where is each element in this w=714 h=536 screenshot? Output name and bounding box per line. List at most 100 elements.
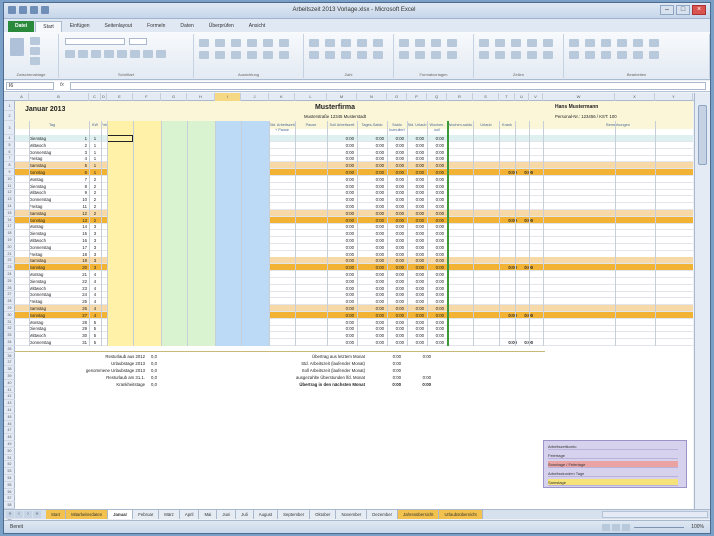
column-header[interactable]: I — [215, 93, 241, 101]
column-header[interactable]: O — [387, 93, 407, 101]
ribbon-button-icon[interactable] — [479, 51, 489, 59]
zoom-slider[interactable] — [634, 527, 684, 528]
column-header[interactable]: T — [499, 93, 515, 101]
minimize-icon[interactable]: – — [660, 5, 674, 15]
row-header[interactable]: 40 — [4, 380, 15, 387]
scroll-thumb[interactable] — [698, 105, 707, 165]
row-header[interactable]: 9 — [4, 169, 15, 176]
ribbon-button-icon[interactable] — [215, 39, 225, 47]
worksheet-grid[interactable]: Januar 2013 Musterfirma Musterstraße 123… — [15, 101, 693, 509]
row-header[interactable]: 3 — [4, 121, 15, 135]
sheet-tab[interactable]: Jahresübersicht — [398, 510, 440, 519]
sheet-tab[interactable]: Mitarbeiterdaten — [66, 510, 109, 519]
row-header[interactable]: 46 — [4, 421, 15, 428]
format-icon[interactable] — [143, 50, 153, 58]
row-header[interactable]: 47 — [4, 427, 15, 435]
format-icon[interactable] — [91, 50, 101, 58]
ribbon-button-icon[interactable] — [511, 39, 521, 47]
row-header[interactable]: 41 — [4, 387, 15, 394]
row-header[interactable]: 14 — [4, 203, 15, 210]
column-header[interactable]: N — [357, 93, 387, 101]
ribbon-button-icon[interactable] — [543, 39, 553, 47]
row-header[interactable]: 21 — [4, 251, 15, 258]
sheet-tab[interactable]: Januar — [108, 510, 134, 519]
ribbon-button-icon[interactable] — [263, 51, 273, 59]
prev-sheet-icon[interactable]: ‹ — [15, 511, 23, 518]
row-header[interactable]: 39 — [4, 373, 15, 380]
ribbon-button-icon[interactable] — [325, 51, 335, 59]
ribbon-button-icon[interactable] — [309, 51, 319, 59]
font-combo[interactable] — [65, 38, 125, 45]
ribbon-button-icon[interactable] — [231, 51, 241, 59]
row-header[interactable]: 57 — [4, 495, 15, 503]
maximize-icon[interactable]: □ — [676, 5, 690, 15]
sheet-tab[interactable]: Dezember — [367, 510, 399, 519]
row-header[interactable]: 55 — [4, 482, 15, 489]
column-header[interactable]: Y — [655, 93, 693, 101]
row-header[interactable]: 17 — [4, 223, 15, 231]
sheet-tab[interactable]: März — [159, 510, 180, 519]
column-header[interactable]: C — [89, 93, 101, 101]
last-sheet-icon[interactable]: » — [33, 511, 41, 518]
row-header[interactable]: 52 — [4, 461, 15, 469]
row-header[interactable]: 30 — [4, 312, 15, 319]
row-header[interactable]: 1 — [4, 101, 15, 111]
ribbon-button-icon[interactable] — [431, 51, 441, 59]
row-header[interactable]: 56 — [4, 489, 15, 496]
row-header[interactable]: 58 — [4, 502, 15, 509]
ribbon-button-icon[interactable] — [215, 51, 225, 59]
ribbon-button-icon[interactable] — [601, 51, 611, 59]
sheet-tab[interactable]: Februar — [133, 510, 160, 519]
row-header[interactable]: 27 — [4, 291, 15, 299]
undo-icon[interactable] — [30, 6, 38, 14]
ribbon-button-icon[interactable] — [199, 39, 209, 47]
ribbon-button-icon[interactable] — [247, 39, 257, 47]
row-header[interactable]: 35 — [4, 346, 15, 353]
format-icon[interactable] — [65, 50, 75, 58]
column-header[interactable]: S — [473, 93, 499, 101]
row-header[interactable]: 8 — [4, 162, 15, 169]
ribbon-button-icon[interactable] — [399, 39, 409, 47]
column-header[interactable]: Q — [427, 93, 447, 101]
format-icon[interactable] — [130, 50, 140, 58]
row-header[interactable]: 24 — [4, 271, 15, 278]
ribbon-button-icon[interactable] — [373, 51, 383, 59]
row-header[interactable]: 15 — [4, 210, 15, 217]
paste-icon[interactable] — [10, 38, 24, 56]
row-header[interactable]: 49 — [4, 441, 15, 448]
row-header[interactable]: 19 — [4, 237, 15, 244]
row-header[interactable]: 45 — [4, 414, 15, 421]
row-header[interactable]: 34 — [4, 339, 15, 346]
ribbon-tab[interactable]: Einfügen — [63, 21, 97, 32]
row-header[interactable]: 11 — [4, 183, 15, 190]
ribbon-button-icon[interactable] — [263, 39, 273, 47]
ribbon-button-icon[interactable] — [649, 51, 659, 59]
column-header[interactable]: P — [407, 93, 427, 101]
ribbon-button-icon[interactable] — [341, 39, 351, 47]
ribbon-button-icon[interactable] — [341, 51, 351, 59]
ribbon-button-icon[interactable] — [415, 39, 425, 47]
row-header[interactable]: 50 — [4, 448, 15, 455]
column-header[interactable]: A — [15, 93, 29, 101]
ribbon-tab[interactable]: Seitenlayout — [98, 21, 140, 32]
column-header[interactable]: W — [543, 93, 615, 101]
column-header[interactable]: H — [187, 93, 215, 101]
row-header[interactable]: 20 — [4, 244, 15, 251]
close-icon[interactable]: × — [692, 5, 706, 15]
column-header[interactable]: K — [269, 93, 295, 101]
ribbon-button-icon[interactable] — [527, 51, 537, 59]
row-header[interactable]: 18 — [4, 230, 15, 237]
row-header[interactable]: 2 — [4, 111, 15, 121]
ribbon-button-icon[interactable] — [601, 39, 611, 47]
ribbon-button-icon[interactable] — [617, 51, 627, 59]
row-header[interactable]: 13 — [4, 196, 15, 203]
ribbon-tab[interactable]: Überprüfen — [202, 21, 241, 32]
selected-cell[interactable] — [107, 135, 133, 142]
column-header[interactable]: G — [161, 93, 187, 101]
row-header[interactable]: 22 — [4, 257, 15, 265]
save-icon[interactable] — [19, 6, 27, 14]
column-header[interactable]: U — [515, 93, 529, 101]
ribbon-button-icon[interactable] — [495, 51, 505, 59]
page-break-icon[interactable] — [622, 524, 630, 531]
sheet-tab[interactable]: Juli — [236, 510, 254, 519]
